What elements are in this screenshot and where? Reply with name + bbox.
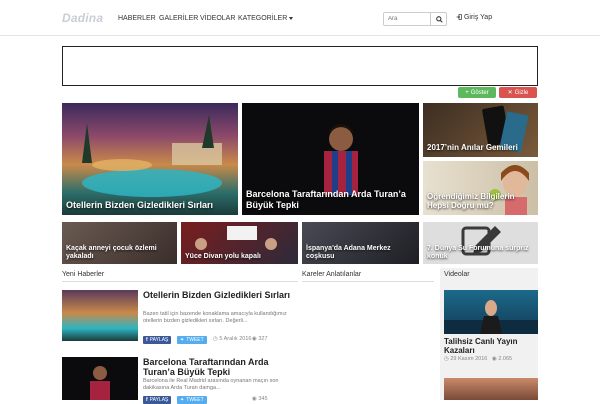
player-image <box>90 366 110 400</box>
twitter-share-button[interactable]: ✦ TWEET <box>177 336 207 344</box>
small-tile-title: 7. Dünya Su Forumuna sürpriz konuk <box>427 244 529 260</box>
small-tile-title: Kaçak anneyi çocuk özlemi yakaladı <box>66 244 157 260</box>
facebook-icon: f <box>146 397 148 403</box>
article-thumbnail[interactable] <box>62 357 138 400</box>
section-news-header: Yeni Haberler <box>62 271 298 282</box>
small-tile[interactable]: Yüce Divan yolu kapalı <box>181 222 298 264</box>
video-views-text: 2.065 <box>498 356 513 362</box>
small-tile-title: Yüce Divan yolu kapalı <box>185 252 261 260</box>
article-title[interactable]: Otellerin Bizden Gizledikleri Sırları <box>143 290 293 300</box>
login-label: Giriş Yap <box>463 14 493 21</box>
video-date-text: 29 Kasım 2016 <box>450 356 488 362</box>
video-title[interactable]: Talihsiz Canlı Yayın Kazaları <box>444 337 538 355</box>
article-description: Bazen tatil için bazende konaklama amacı… <box>143 311 287 325</box>
ad-hide-button[interactable]: ✕ Gizle <box>499 87 537 98</box>
small-tile[interactable]: Kaçak anneyi çocuk özlemi yakaladı <box>62 222 177 264</box>
nav-categories[interactable]: KATEGORİLER <box>238 15 294 22</box>
clock-icon: ◷ <box>213 336 218 342</box>
featured-tile-barcelona[interactable]: Barcelona Taraftarından Arda Turan’a Büy… <box>242 103 419 215</box>
clock-icon: ◷ <box>444 356 449 362</box>
search-button[interactable] <box>430 12 447 26</box>
twitter-icon: ✦ <box>180 397 185 403</box>
eye-icon: ◉ <box>252 396 257 402</box>
login-link[interactable]: Giriş Yap <box>456 14 492 21</box>
video-views: ◉ 2.065 <box>492 356 512 363</box>
caret-down-icon <box>289 16 294 20</box>
nav-galleries[interactable]: GALERİLER <box>159 15 198 22</box>
close-icon: ✕ <box>507 90 513 96</box>
hotel-pool-image <box>82 115 222 197</box>
share-label: PAYLAŞ <box>149 337 169 343</box>
site-logo[interactable]: Dadina <box>62 11 103 25</box>
share-label: PAYLAŞ <box>149 397 169 403</box>
plus-icon: + <box>465 89 469 96</box>
facebook-share-button[interactable]: f PAYLAŞ <box>143 336 172 344</box>
article-date: ◷ 5 Aralık 2016 <box>213 336 253 343</box>
search-icon <box>435 15 443 23</box>
small-tile[interactable]: 7. Dünya Su Forumuna sürpriz konuk <box>423 222 538 264</box>
twitter-share-button[interactable]: ✦ TWEET <box>177 396 207 404</box>
ad-hide-label: Gizle <box>514 89 529 96</box>
tweet-label: TWEET <box>186 337 204 343</box>
eye-icon: ◉ <box>252 336 257 342</box>
featured-title: Barcelona Taraftarından Arda Turan’a Büy… <box>246 189 406 210</box>
featured-tile-2017[interactable]: 2017’nin Anılar Gemileri <box>423 103 538 157</box>
article-date-text: 5 Aralık 2016 <box>219 336 252 342</box>
featured-title: Otellerin Bizden Gizledikleri Sırları <box>66 199 214 210</box>
ad-show-button[interactable]: + Göster <box>458 87 496 98</box>
article-title[interactable]: Barcelona Taraftarından Arda Turan’a Büy… <box>143 357 293 378</box>
article-views-text: 345 <box>258 396 268 402</box>
video-thumbnail[interactable] <box>444 378 538 400</box>
small-tile[interactable]: İspanya'da Adana Merkez coşkusu <box>302 222 419 264</box>
ad-show-label: Göster <box>470 89 489 96</box>
featured-title: Öğrendiğimiz Bilgilerin Hepsi Doğru mu? <box>427 191 515 210</box>
tweet-label: TWEET <box>186 397 204 403</box>
nav-videos[interactable]: VİDEOLAR <box>200 15 235 22</box>
article-views-text: 327 <box>258 336 268 342</box>
video-thumbnail[interactable] <box>444 290 538 334</box>
article-thumbnail[interactable] <box>62 290 138 341</box>
login-icon <box>456 14 462 20</box>
nav-news[interactable]: HABERLER <box>118 15 156 22</box>
twitter-icon: ✦ <box>180 337 185 343</box>
article-views: ◉ 327 <box>252 336 268 343</box>
featured-title: 2017’nin Anılar Gemileri <box>427 142 518 152</box>
video-date: ◷ 29 Kasım 2016 <box>444 356 488 363</box>
presenter-image <box>444 300 538 334</box>
article-description: Barcelona ile Real Madrid arasında oynan… <box>143 378 279 392</box>
featured-tile-facts[interactable]: Öğrendiğimiz Bilgilerin Hepsi Doğru mu? <box>423 161 538 215</box>
featured-tile-hotels[interactable]: Otellerin Bizden Gizledikleri Sırları <box>62 103 238 215</box>
section-videos-header: Videolar <box>444 271 470 278</box>
eye-icon: ◉ <box>492 356 497 362</box>
section-caricatures-header: Kareler Anlatılanlar <box>302 271 434 282</box>
ad-banner <box>62 46 538 86</box>
top-navbar: Dadina HABERLER GALERİLER VİDEOLAR KATEG… <box>0 0 600 36</box>
facebook-share-button[interactable]: f PAYLAŞ <box>143 396 172 404</box>
facebook-icon: f <box>146 337 148 343</box>
small-tile-title: İspanya'da Adana Merkez coşkusu <box>306 244 391 260</box>
nav-categories-label: KATEGORİLER <box>238 15 288 22</box>
